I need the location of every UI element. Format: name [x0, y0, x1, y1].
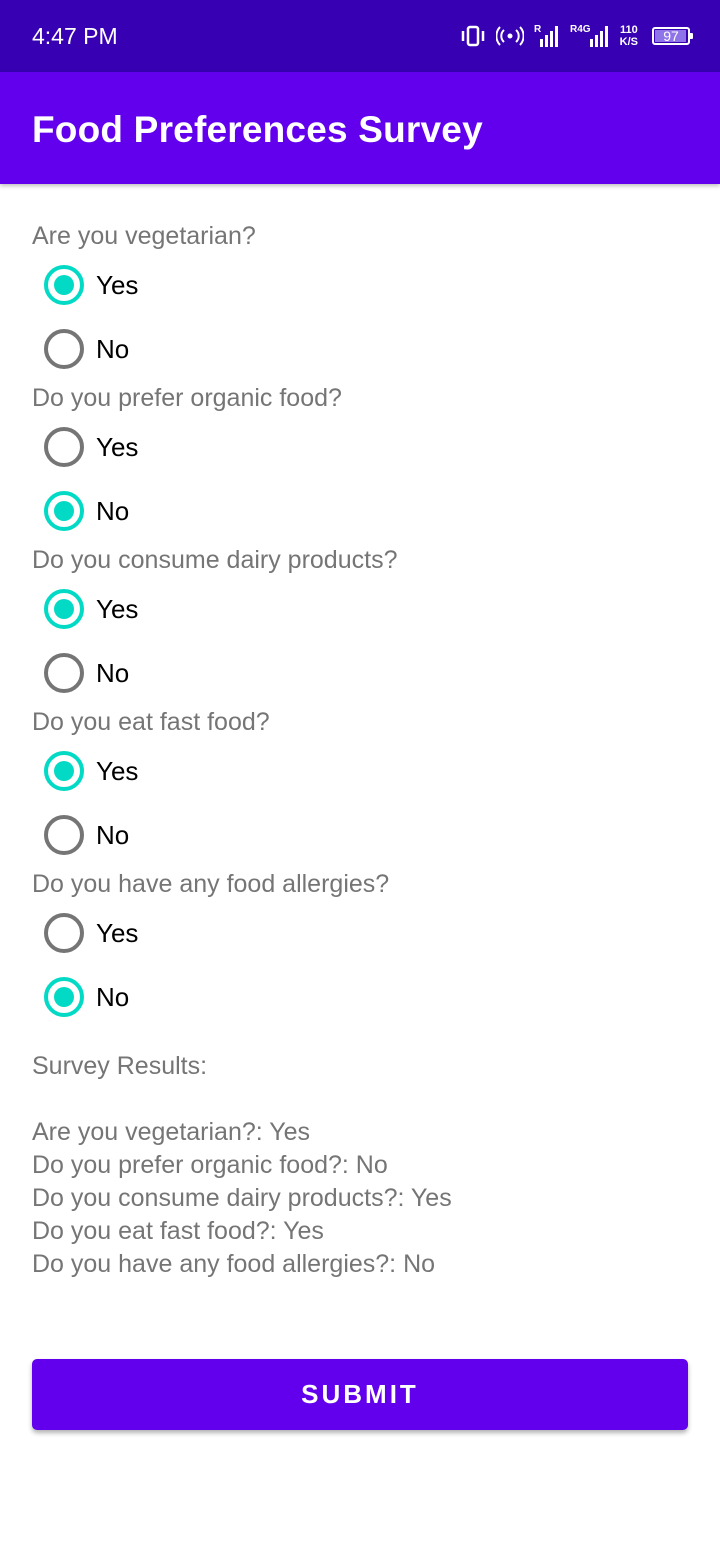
radio-option-allergies-yes[interactable]: Yes — [0, 901, 720, 965]
battery-icon: 97 — [652, 27, 693, 45]
vibrate-icon — [460, 24, 486, 48]
radio-button[interactable] — [44, 427, 84, 467]
question-allergies: Do you have any food allergies? — [32, 870, 390, 898]
radio-button[interactable] — [44, 653, 84, 693]
option-label: Yes — [96, 594, 139, 624]
signal-1-label: R — [534, 24, 542, 35]
radio-button[interactable] — [44, 815, 84, 855]
page-title: Food Preferences Survey — [32, 109, 483, 150]
radio-option-fast-food-no[interactable]: No — [0, 803, 720, 867]
question-organic: Do you prefer organic food? — [32, 384, 342, 412]
network-speed-unit: K/S — [619, 36, 638, 48]
option-label: Yes — [96, 756, 139, 786]
option-label: Yes — [96, 918, 139, 948]
result-line: Do you eat fast food?: Yes — [32, 1217, 324, 1245]
radio-option-dairy-no[interactable]: No — [0, 641, 720, 705]
option-label: No — [96, 334, 130, 364]
radio-button[interactable] — [44, 491, 84, 531]
signal-icon: R — [534, 23, 560, 49]
radio-option-allergies-no[interactable]: No — [0, 965, 720, 1029]
result-line: Do you prefer organic food?: No — [32, 1151, 388, 1179]
option-label: Yes — [96, 270, 139, 300]
network-speed: 110 K/S — [620, 24, 638, 48]
submit-button[interactable]: SUBMIT — [32, 1359, 688, 1430]
option-label: No — [96, 820, 130, 850]
option-label: No — [96, 982, 130, 1012]
question-dairy: Do you consume dairy products? — [32, 546, 398, 574]
survey-form: Are you vegetarian? Yes No Do you prefer… — [0, 219, 720, 1029]
result-line: Do you have any food allergies?: No — [32, 1250, 436, 1278]
hotspot-icon — [495, 24, 524, 48]
signal-icon: R4G — [570, 23, 610, 49]
question-vegetarian: Are you vegetarian? — [32, 222, 256, 250]
status-bar: 4:47 PM R R4G 110 K/S 97 — [0, 0, 720, 72]
results-heading: Survey Results: — [32, 1052, 208, 1080]
radio-option-vegetarian-yes[interactable]: Yes — [0, 253, 720, 317]
option-label: No — [96, 658, 130, 688]
status-time: 4:47 PM — [32, 23, 118, 49]
signal-2-label: R4G — [570, 24, 591, 35]
result-line: Do you consume dairy products?: Yes — [32, 1184, 452, 1212]
radio-button[interactable] — [44, 913, 84, 953]
network-speed-value: 110 — [619, 24, 638, 36]
radio-button[interactable] — [44, 977, 84, 1017]
app-bar: Food Preferences Survey — [0, 72, 720, 184]
radio-button[interactable] — [44, 329, 84, 369]
battery-level: 97 — [663, 28, 679, 44]
radio-button[interactable] — [44, 265, 84, 305]
radio-option-organic-yes[interactable]: Yes — [0, 415, 720, 479]
option-label: No — [96, 496, 130, 526]
radio-option-fast-food-yes[interactable]: Yes — [0, 739, 720, 803]
question-fast-food: Do you eat fast food? — [32, 708, 270, 736]
radio-button[interactable] — [44, 589, 84, 629]
radio-option-organic-no[interactable]: No — [0, 479, 720, 543]
radio-option-dairy-yes[interactable]: Yes — [0, 577, 720, 641]
result-line: Are you vegetarian?: Yes — [32, 1118, 310, 1146]
radio-button[interactable] — [44, 751, 84, 791]
option-label: Yes — [96, 432, 139, 462]
results-list: Are you vegetarian?: Yes Do you prefer o… — [32, 1116, 452, 1281]
status-icons: R R4G 110 K/S 97 — [460, 20, 693, 52]
radio-option-vegetarian-no[interactable]: No — [0, 317, 720, 381]
